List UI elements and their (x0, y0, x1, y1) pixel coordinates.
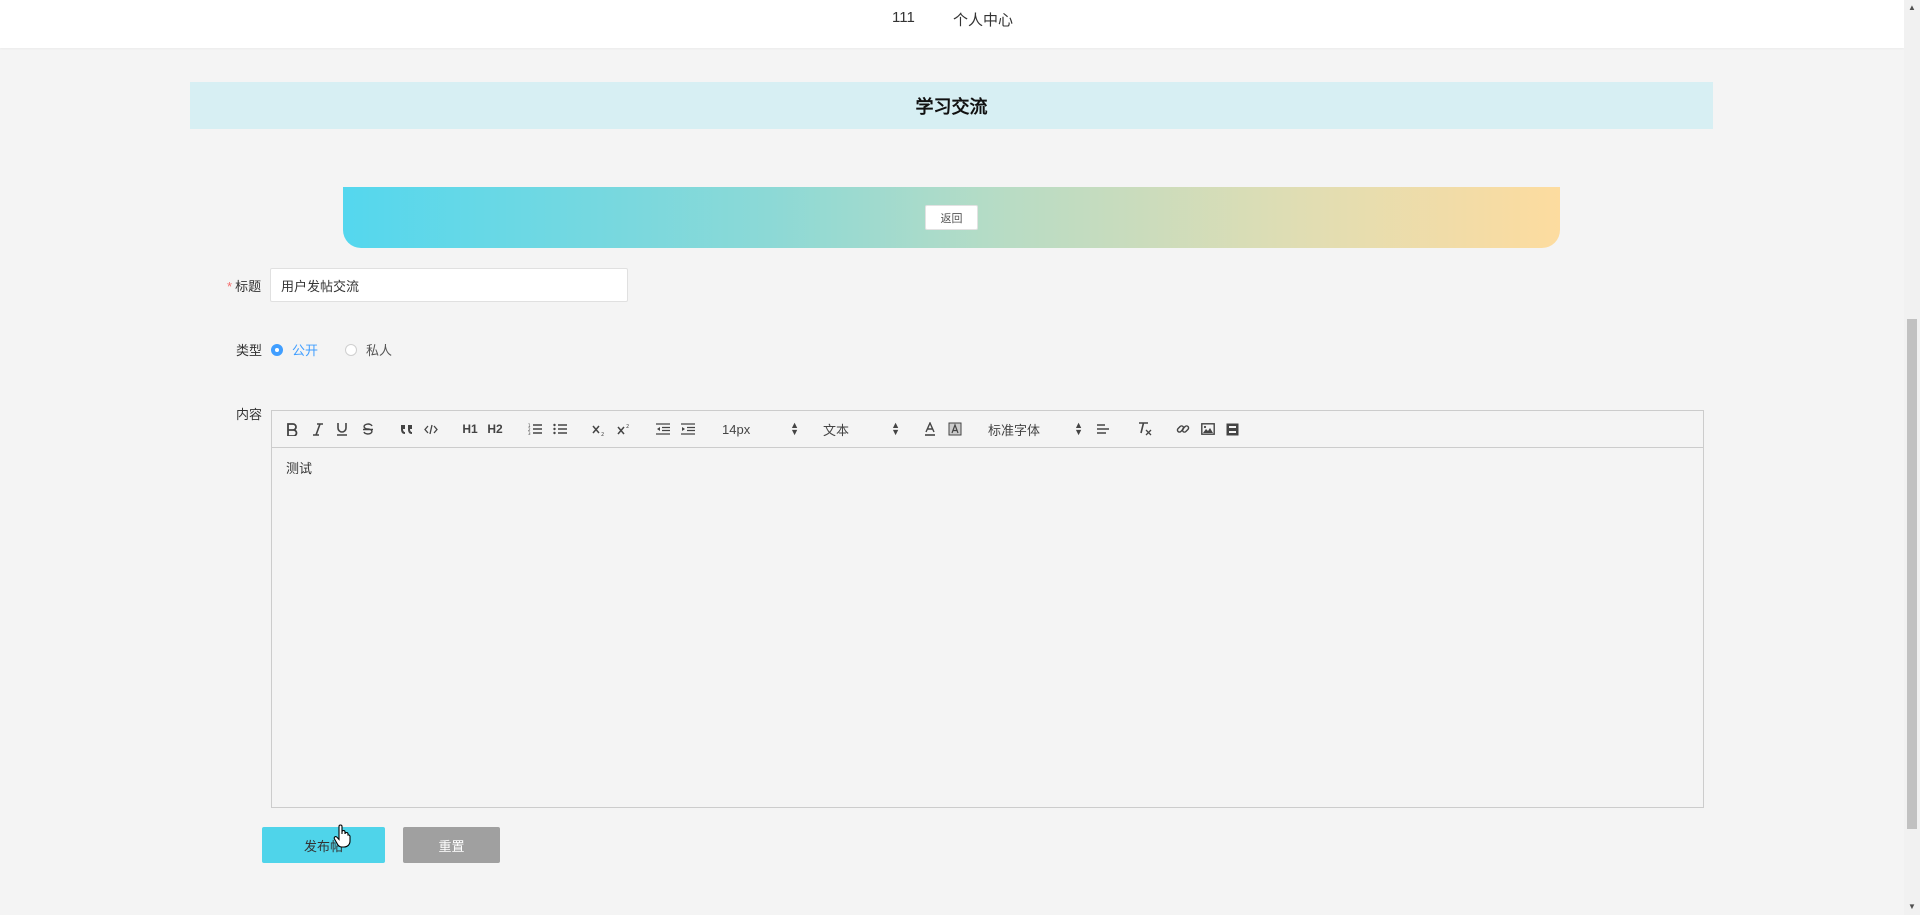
superscript-icon[interactable]: 2 (616, 420, 632, 438)
clear-format-icon[interactable] (1136, 420, 1152, 438)
type-field-label: 类型 (236, 343, 263, 358)
select-arrows-icon: ▲ ▼ (891, 420, 900, 437)
reset-button[interactable]: 重置 (403, 827, 500, 863)
outdent-icon[interactable] (655, 420, 671, 438)
svg-text:2: 2 (626, 424, 629, 430)
h2-label: H2 (487, 422, 503, 436)
username-label[interactable]: 111 (892, 9, 915, 26)
type-radio-public[interactable]: 公开 (271, 340, 318, 359)
select-arrows-icon: ▲ ▼ (790, 420, 799, 437)
heading1-button[interactable]: H1 (461, 420, 479, 438)
link-icon[interactable] (1175, 420, 1191, 438)
required-mark: * (227, 279, 233, 294)
hand-cursor-icon (333, 824, 351, 853)
section-title-banner: 学习交流 (190, 82, 1713, 129)
rich-text-editor: H1 H2 123 2 2 14px ▲ ▼ 文本 ▲ ▼ 标准字体 ▲ ▼ 测… (271, 410, 1704, 808)
post-button[interactable]: 发布帖 (262, 827, 385, 863)
content-field-label: 内容 (236, 407, 263, 422)
svg-text:2: 2 (601, 432, 604, 436)
indent-icon[interactable] (680, 420, 696, 438)
personal-center-link[interactable]: 个人中心 (953, 9, 1013, 30)
editor-content-text: 测试 (286, 461, 313, 476)
heading2-button[interactable]: H2 (486, 420, 504, 438)
type-radio-private[interactable]: 私人 (345, 340, 392, 359)
title-input[interactable] (270, 268, 628, 302)
underline-icon[interactable] (335, 420, 349, 438)
radio-label-public: 公开 (292, 343, 319, 358)
radio-label-private: 私人 (366, 343, 393, 358)
bullet-list-icon[interactable] (552, 420, 568, 438)
ordered-list-icon[interactable]: 123 (527, 420, 543, 438)
back-button[interactable]: 返回 (925, 205, 978, 230)
font-family-select[interactable]: 标准字体 ▲ ▼ (988, 420, 1083, 438)
font-color-icon[interactable] (923, 420, 937, 438)
blockquote-icon[interactable] (399, 420, 413, 438)
svg-text:3: 3 (528, 431, 531, 435)
font-size-value: 14px (722, 421, 751, 437)
page-title: 学习交流 (915, 96, 988, 117)
subscript-icon[interactable]: 2 (591, 420, 607, 438)
top-navbar: 111 个人中心 (0, 0, 1904, 48)
radio-unchecked-icon (345, 343, 357, 356)
bold-icon[interactable] (285, 420, 299, 438)
font-size-select[interactable]: 14px ▲ ▼ (722, 420, 799, 438)
scroll-up-icon[interactable]: ▲ (1904, 0, 1920, 16)
title-field-label: * 标题 (227, 276, 261, 295)
font-family-value: 标准字体 (988, 422, 1041, 438)
scroll-down-icon[interactable]: ▼ (1904, 899, 1920, 915)
video-icon[interactable] (1224, 420, 1240, 438)
scrollbar-thumb[interactable] (1907, 319, 1917, 829)
h1-label: H1 (462, 422, 478, 436)
code-block-icon[interactable] (424, 420, 438, 438)
page-scrollbar[interactable]: ▲ ▼ (1904, 0, 1920, 915)
align-icon[interactable] (1096, 420, 1112, 438)
header-format-value: 文本 (823, 422, 850, 438)
strike-icon[interactable] (361, 420, 375, 438)
italic-icon[interactable] (311, 420, 325, 438)
image-icon[interactable] (1200, 420, 1216, 438)
editor-content-area[interactable]: 测试 (272, 448, 1703, 807)
title-label-text: 标题 (235, 279, 262, 294)
header-format-select[interactable]: 文本 ▲ ▼ (823, 420, 900, 438)
select-arrows-icon: ▲ ▼ (1074, 420, 1083, 437)
background-color-icon[interactable] (947, 420, 963, 438)
radio-checked-icon (271, 343, 283, 356)
editor-toolbar: H1 H2 123 2 2 14px ▲ ▼ 文本 ▲ ▼ 标准字体 ▲ ▼ (272, 411, 1703, 448)
